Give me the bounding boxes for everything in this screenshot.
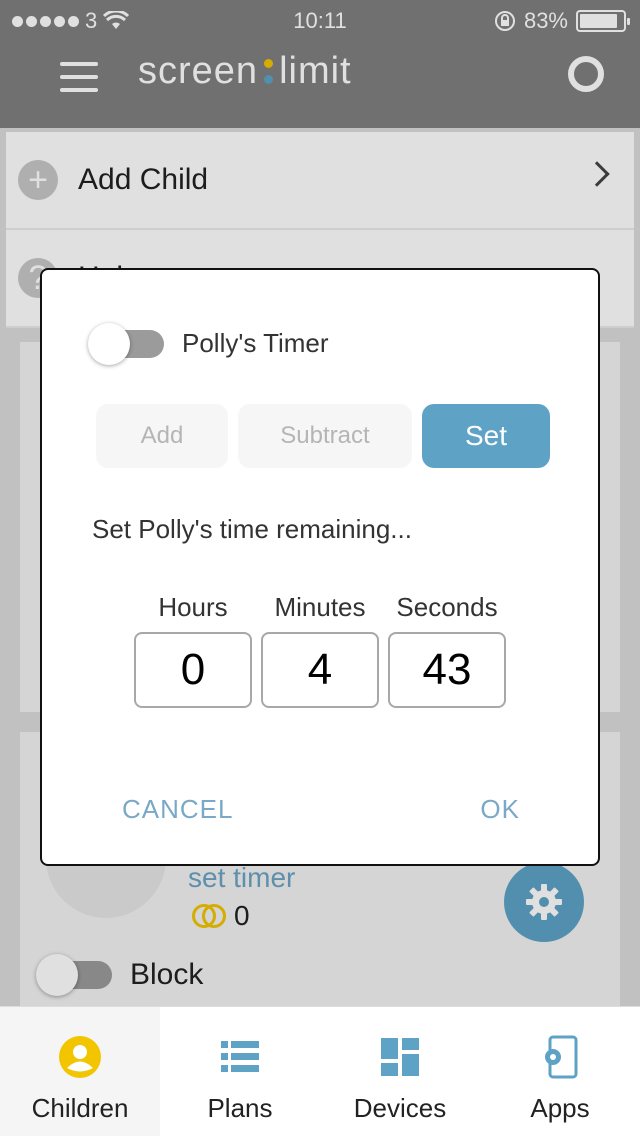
tab-plans[interactable]: Plans (160, 1007, 320, 1136)
tab-children-label: Children (31, 1093, 129, 1123)
minutes-input[interactable] (261, 632, 379, 708)
hours-label: Hours (158, 592, 228, 622)
minutes-label: Minutes (274, 592, 366, 622)
tab-devices-label: Devices (353, 1093, 447, 1123)
dialog-prompt: Set Polly's time remaining... (92, 514, 412, 544)
timer-mode-selector: Add Subtract Set (96, 404, 550, 468)
tab-children[interactable]: Children (0, 1007, 160, 1136)
time-fields: Hours Minutes Seconds (134, 592, 506, 708)
add-button[interactable]: Add (96, 404, 228, 468)
set-button[interactable]: Set (422, 404, 550, 468)
apps-phone-gear-icon (536, 1033, 584, 1081)
tab-apps[interactable]: Apps (480, 1007, 640, 1136)
tab-devices[interactable]: Devices (320, 1007, 480, 1136)
timer-dialog: Polly's Timer Add Subtract Set Set Polly… (40, 268, 600, 866)
devices-icon (376, 1033, 424, 1081)
subtract-button[interactable]: Subtract (238, 404, 412, 468)
tab-plans-label: Plans (207, 1093, 273, 1123)
list-icon (216, 1033, 264, 1081)
seconds-input[interactable] (388, 632, 506, 708)
ok-button[interactable]: OK (480, 794, 520, 825)
dialog-title: Polly's Timer (182, 328, 329, 358)
cancel-button[interactable]: CANCEL (122, 794, 233, 825)
hours-input[interactable] (134, 632, 252, 708)
timer-toggle[interactable] (88, 322, 164, 365)
tab-bar: Children Plans Devices Apps (0, 1006, 640, 1136)
child-icon (56, 1033, 104, 1081)
tab-apps-label: Apps (530, 1093, 590, 1123)
seconds-label: Seconds (396, 592, 498, 622)
